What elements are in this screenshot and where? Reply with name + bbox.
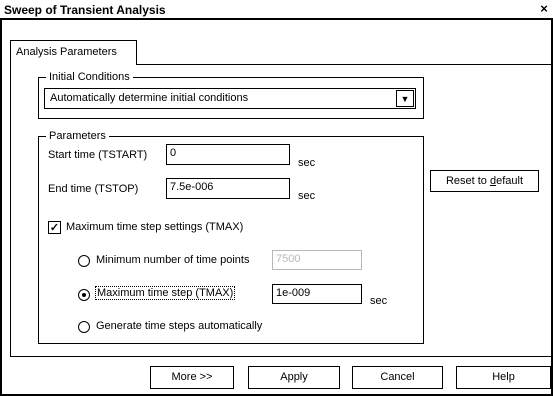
tmax-checkbox-label: Maximum time step settings (TMAX) [66, 221, 244, 233]
radio-max-step-label: Maximum time step (TMAX) [95, 286, 236, 300]
radio-max-step[interactable] [78, 289, 90, 301]
radio-min-points-label: Minimum number of time points [96, 254, 250, 266]
close-icon[interactable]: × [537, 2, 551, 16]
start-time-label: Start time (TSTART) [48, 149, 148, 161]
radio-auto-steps[interactable] [78, 321, 90, 333]
reset-label-part: Reset to [445, 175, 490, 187]
window-title: Sweep of Transient Analysis [4, 3, 166, 17]
initial-conditions-value: Automatically determine initial conditio… [50, 92, 249, 104]
end-time-unit: sec [298, 190, 316, 202]
title-bar: Sweep of Transient Analysis × [0, 0, 553, 20]
start-time-input[interactable]: 0 [166, 144, 290, 165]
tmax-checkbox[interactable]: ✓ [48, 221, 61, 234]
reset-label-part: efault [496, 175, 524, 187]
more-button[interactable]: More >> [150, 366, 234, 389]
help-button[interactable]: Help [456, 366, 551, 389]
check-icon: ✓ [49, 222, 60, 234]
max-step-unit: sec [370, 295, 388, 307]
radio-auto-steps-label: Generate time steps automatically [96, 320, 263, 332]
reset-to-default-button[interactable]: Reset to default [430, 170, 539, 192]
tab-analysis-parameters[interactable]: Analysis Parameters [10, 40, 137, 65]
max-step-input[interactable]: 1e-009 [272, 284, 362, 304]
end-time-input[interactable]: 7.5e-006 [166, 178, 290, 199]
cancel-button[interactable]: Cancel [352, 366, 443, 389]
radio-min-points[interactable] [78, 255, 90, 267]
footer-divider [10, 356, 551, 357]
end-time-label: End time (TSTOP) [48, 183, 139, 195]
parameters-legend: Parameters [46, 130, 109, 142]
apply-button[interactable]: Apply [248, 366, 340, 389]
start-time-unit: sec [298, 157, 316, 169]
initial-conditions-legend: Initial Conditions [46, 71, 133, 83]
initial-conditions-select[interactable]: Automatically determine initial conditio… [44, 88, 416, 109]
min-points-input: 7500 [272, 250, 362, 270]
chevron-down-icon[interactable]: ▼ [396, 90, 414, 107]
parameters-group [38, 136, 424, 344]
